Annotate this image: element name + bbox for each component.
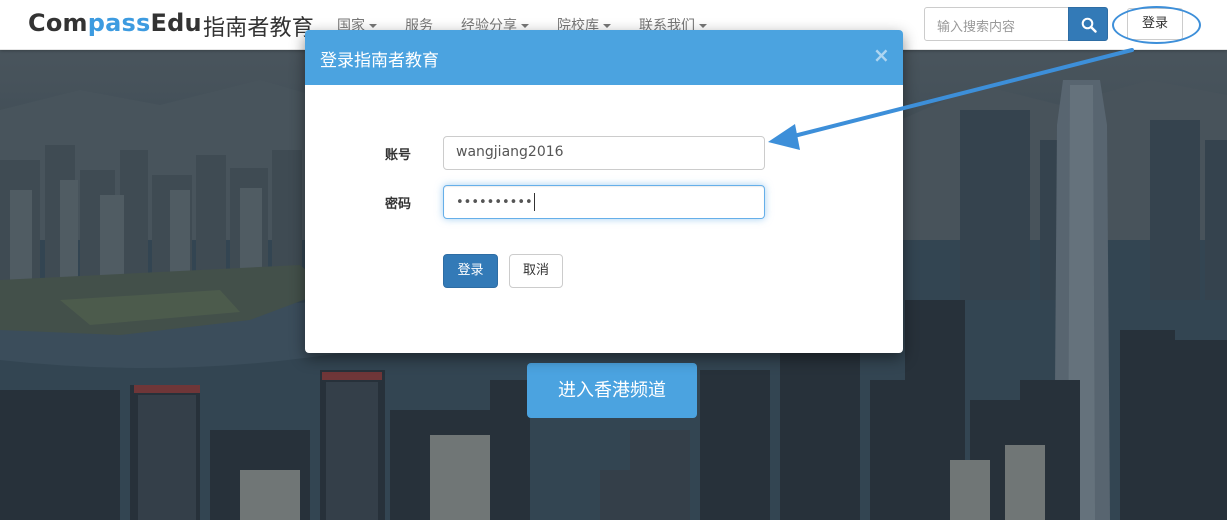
search-icon [1081,17,1097,33]
caret-down-icon [369,24,377,28]
login-submit-button[interactable]: 登录 [443,254,498,288]
logo-text-com: Com [28,9,88,37]
password-masked-value: •••••••••• [456,195,533,210]
password-field[interactable]: •••••••••• [443,185,765,219]
caret-down-icon [521,24,529,28]
cancel-button[interactable]: 取消 [509,254,563,288]
modal-title: 登录指南者教育 [320,51,439,71]
account-label: 账号 [385,148,412,163]
password-label: 密码 [385,197,412,212]
caret-down-icon [699,24,707,28]
logo-text-edu: Edu [150,9,202,37]
close-icon[interactable]: × [873,43,890,67]
site-logo[interactable]: CompassEdu 指南者教育 [28,9,314,41]
text-cursor [533,193,535,211]
login-modal: 登录指南者教育 × 账号 wangjiang2016 密码 ••••••••••… [305,30,903,353]
modal-header: 登录指南者教育 × [305,30,903,85]
account-field[interactable]: wangjiang2016 [443,136,765,170]
logo-text-pass: pass [87,9,151,37]
search-button[interactable] [1068,7,1108,41]
header-login-button[interactable]: 登录 [1127,8,1183,40]
caret-down-icon [603,24,611,28]
hongkong-channel-button[interactable]: 进入香港频道 [527,363,697,418]
search-input[interactable]: 输入搜索内容 [924,7,1070,41]
brand-name-cn: 指南者教育 [203,16,315,41]
